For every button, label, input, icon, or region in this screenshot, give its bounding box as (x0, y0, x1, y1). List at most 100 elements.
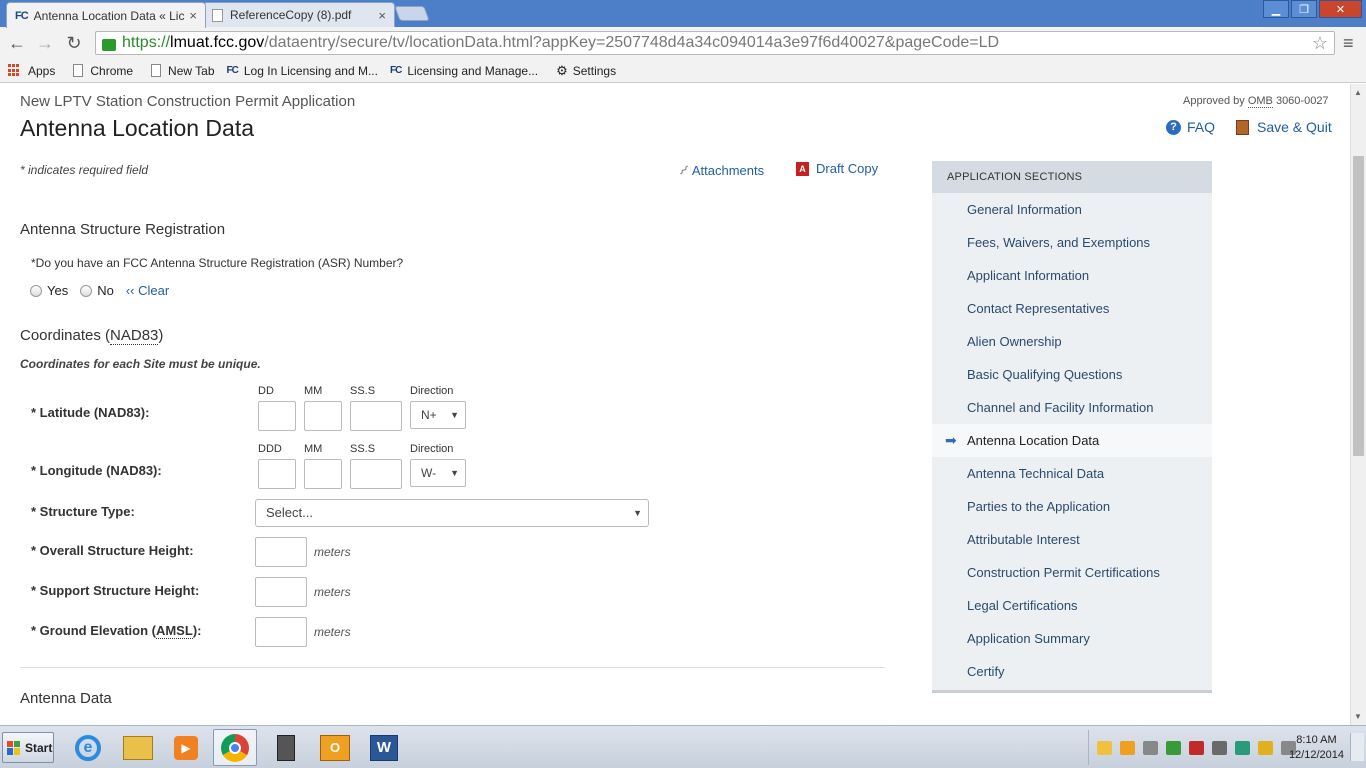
longitude-direction-select[interactable]: W- ▼ (410, 459, 466, 487)
attachments-link[interactable]: ⌇ Attachments (676, 162, 765, 179)
bookmark-apps[interactable]: Apps (8, 64, 55, 78)
close-tab-icon[interactable]: × (378, 8, 386, 23)
update-tray-icon[interactable] (1258, 740, 1273, 755)
system-clock[interactable]: 8:10 AM 12/12/2014 (1289, 733, 1344, 763)
taskbar-internet-explorer[interactable]: e (66, 729, 110, 766)
latitude-direction-select[interactable]: N+ ▼ (410, 401, 466, 429)
amsl-abbr: AMSL (155, 623, 193, 639)
latitude-dd-input[interactable] (258, 401, 296, 431)
asr-no-radio[interactable] (80, 284, 93, 297)
sidebar-item-label: Basic Qualifying Questions (967, 367, 1123, 382)
required-field-note: * indicates required field (20, 163, 149, 177)
latitude-direction-value: N+ (421, 408, 437, 422)
sync-tray-icon[interactable] (1212, 740, 1227, 755)
asr-heading: Antenna Structure Registration (20, 221, 226, 238)
bookmark-settings[interactable]: ⚙ Settings (556, 63, 616, 79)
address-bar[interactable]: https:// lmuat.fcc.gov /dataentry/secure… (95, 31, 1335, 55)
bookmark-star-icon[interactable]: ☆ (1312, 33, 1328, 54)
show-desktop-button[interactable] (1350, 733, 1364, 761)
sidebar-item-label: Applicant Information (967, 268, 1090, 283)
overall-height-input[interactable] (255, 537, 307, 567)
network-tray-icon[interactable] (1143, 740, 1158, 755)
bookmark-licensing-manage[interactable]: FC Licensing and Manage... (390, 64, 538, 78)
asr-no-label[interactable]: No (97, 283, 114, 298)
close-window-button[interactable]: ✕ (1319, 0, 1362, 18)
bookmark-label: Settings (572, 63, 617, 78)
scroll-up-arrow-icon[interactable]: ▲ (1354, 88, 1362, 97)
reload-icon[interactable]: ↻ (63, 32, 85, 54)
browser-toolbar: ← → ↻ https:// lmuat.fcc.gov /dataentry/… (0, 27, 1366, 59)
taskbar-chrome[interactable] (213, 729, 257, 766)
asr-yes-label[interactable]: Yes (47, 283, 68, 298)
sidebar-item-alien-ownership[interactable]: Alien Ownership (932, 325, 1212, 358)
structure-type-select[interactable]: Select... ▼ (255, 499, 649, 527)
lon-ss-label: SS.S (350, 443, 376, 455)
sidebar-item-basic-qualifying[interactable]: Basic Qualifying Questions (932, 358, 1212, 391)
start-button[interactable]: Start (2, 732, 54, 763)
current-section-arrow-icon: ➡ (945, 432, 957, 448)
scrollbar-thumb[interactable] (1353, 156, 1364, 456)
tab-reference-copy-pdf[interactable]: ReferenceCopy (8).pdf × (203, 2, 395, 27)
outlook-tray-icon[interactable] (1120, 740, 1135, 755)
bookmark-log-in-licensing[interactable]: FC Log In Licensing and M... (227, 64, 378, 78)
sidebar-item-attributable-interest[interactable]: Attributable Interest (932, 523, 1212, 556)
new-tab-button[interactable] (394, 6, 430, 21)
back-arrow-icon[interactable]: ← (6, 32, 28, 54)
asr-yes-radio[interactable] (30, 284, 42, 297)
page-scrollbar[interactable]: ▲ ▼ (1350, 84, 1366, 725)
sidebar-item-channel-facility[interactable]: Channel and Facility Information (932, 391, 1212, 424)
sidebar-item-parties[interactable]: Parties to the Application (932, 490, 1212, 523)
calculator-icon (277, 734, 295, 761)
tab-label: ReferenceCopy (8).pdf (230, 8, 352, 22)
close-tab-icon[interactable]: × (189, 8, 197, 23)
longitude-mm-input[interactable] (304, 459, 342, 489)
sidebar-item-antenna-location[interactable]: ➡ Antenna Location Data (932, 424, 1212, 457)
bookmark-new-tab[interactable]: New Tab (151, 64, 215, 78)
sidebar-item-cp-certifications[interactable]: Construction Permit Certifications (932, 556, 1212, 589)
taskbar-media-player[interactable]: ▶ (164, 729, 208, 766)
sidebar-item-general-information[interactable]: General Information (932, 193, 1212, 226)
sidebar-item-fees-waivers[interactable]: Fees, Waivers, and Exemptions (932, 226, 1212, 259)
longitude-ddd-input[interactable] (258, 459, 296, 489)
taskbar-outlook[interactable]: O (313, 729, 357, 766)
taskbar-file-explorer[interactable] (116, 729, 160, 766)
bookmark-label: Chrome (90, 63, 134, 78)
page-icon (151, 64, 162, 77)
draft-copy-link[interactable]: A Draft Copy (796, 161, 878, 176)
sidebar-item-legal-certifications[interactable]: Legal Certifications (932, 589, 1212, 622)
sidebar-item-label: Antenna Technical Data (967, 466, 1105, 481)
scroll-down-arrow-icon[interactable]: ▼ (1354, 712, 1362, 721)
asr-radio-group: Yes No ‹‹ Clear (30, 283, 169, 298)
messenger-tray-icon[interactable] (1235, 740, 1250, 755)
longitude-ss-input[interactable] (350, 459, 402, 489)
tab-antenna-location-data[interactable]: FC Antenna Location Data « Lic × (6, 2, 206, 28)
windows-flag-icon (7, 740, 21, 755)
sidebar-item-certify[interactable]: Certify (932, 655, 1212, 688)
asr-clear-link[interactable]: ‹‹ Clear (126, 283, 169, 298)
bookmark-chrome[interactable]: Chrome (73, 64, 133, 78)
taskbar-word[interactable]: W (362, 729, 406, 766)
maximize-button[interactable]: ❐ (1291, 0, 1317, 18)
lat-dd-label: DD (258, 385, 274, 397)
longitude-label: * Longitude (NAD83): (31, 463, 162, 478)
sidebar-item-label: Legal Certifications (967, 598, 1078, 613)
faq-link[interactable]: ? FAQ (1166, 119, 1215, 135)
sidebar-item-label: Fees, Waivers, and Exemptions (967, 235, 1151, 250)
minimize-button[interactable]: ▁ (1263, 0, 1289, 18)
antivirus-shield-icon[interactable] (1189, 740, 1204, 755)
mail-tray-icon[interactable] (1097, 740, 1112, 755)
support-height-input[interactable] (255, 577, 307, 607)
sidebar-item-application-summary[interactable]: Application Summary (932, 622, 1212, 655)
sidebar-item-applicant-information[interactable]: Applicant Information (932, 259, 1212, 292)
attachments-label: Attachments (691, 163, 765, 178)
latitude-ss-input[interactable] (350, 401, 402, 431)
menu-hamburger-icon[interactable]: ≡ (1343, 33, 1361, 54)
taskbar-calculator[interactable] (264, 729, 308, 766)
sidebar-item-contact-representatives[interactable]: Contact Representatives (932, 292, 1212, 325)
sidebar-item-antenna-technical[interactable]: Antenna Technical Data (932, 457, 1212, 490)
forward-arrow-icon[interactable]: → (34, 32, 56, 54)
latitude-mm-input[interactable] (304, 401, 342, 431)
save-and-quit-link[interactable]: Save & Quit (1236, 119, 1332, 135)
security-tray-icon[interactable] (1166, 740, 1181, 755)
ground-elevation-input[interactable] (255, 617, 307, 647)
